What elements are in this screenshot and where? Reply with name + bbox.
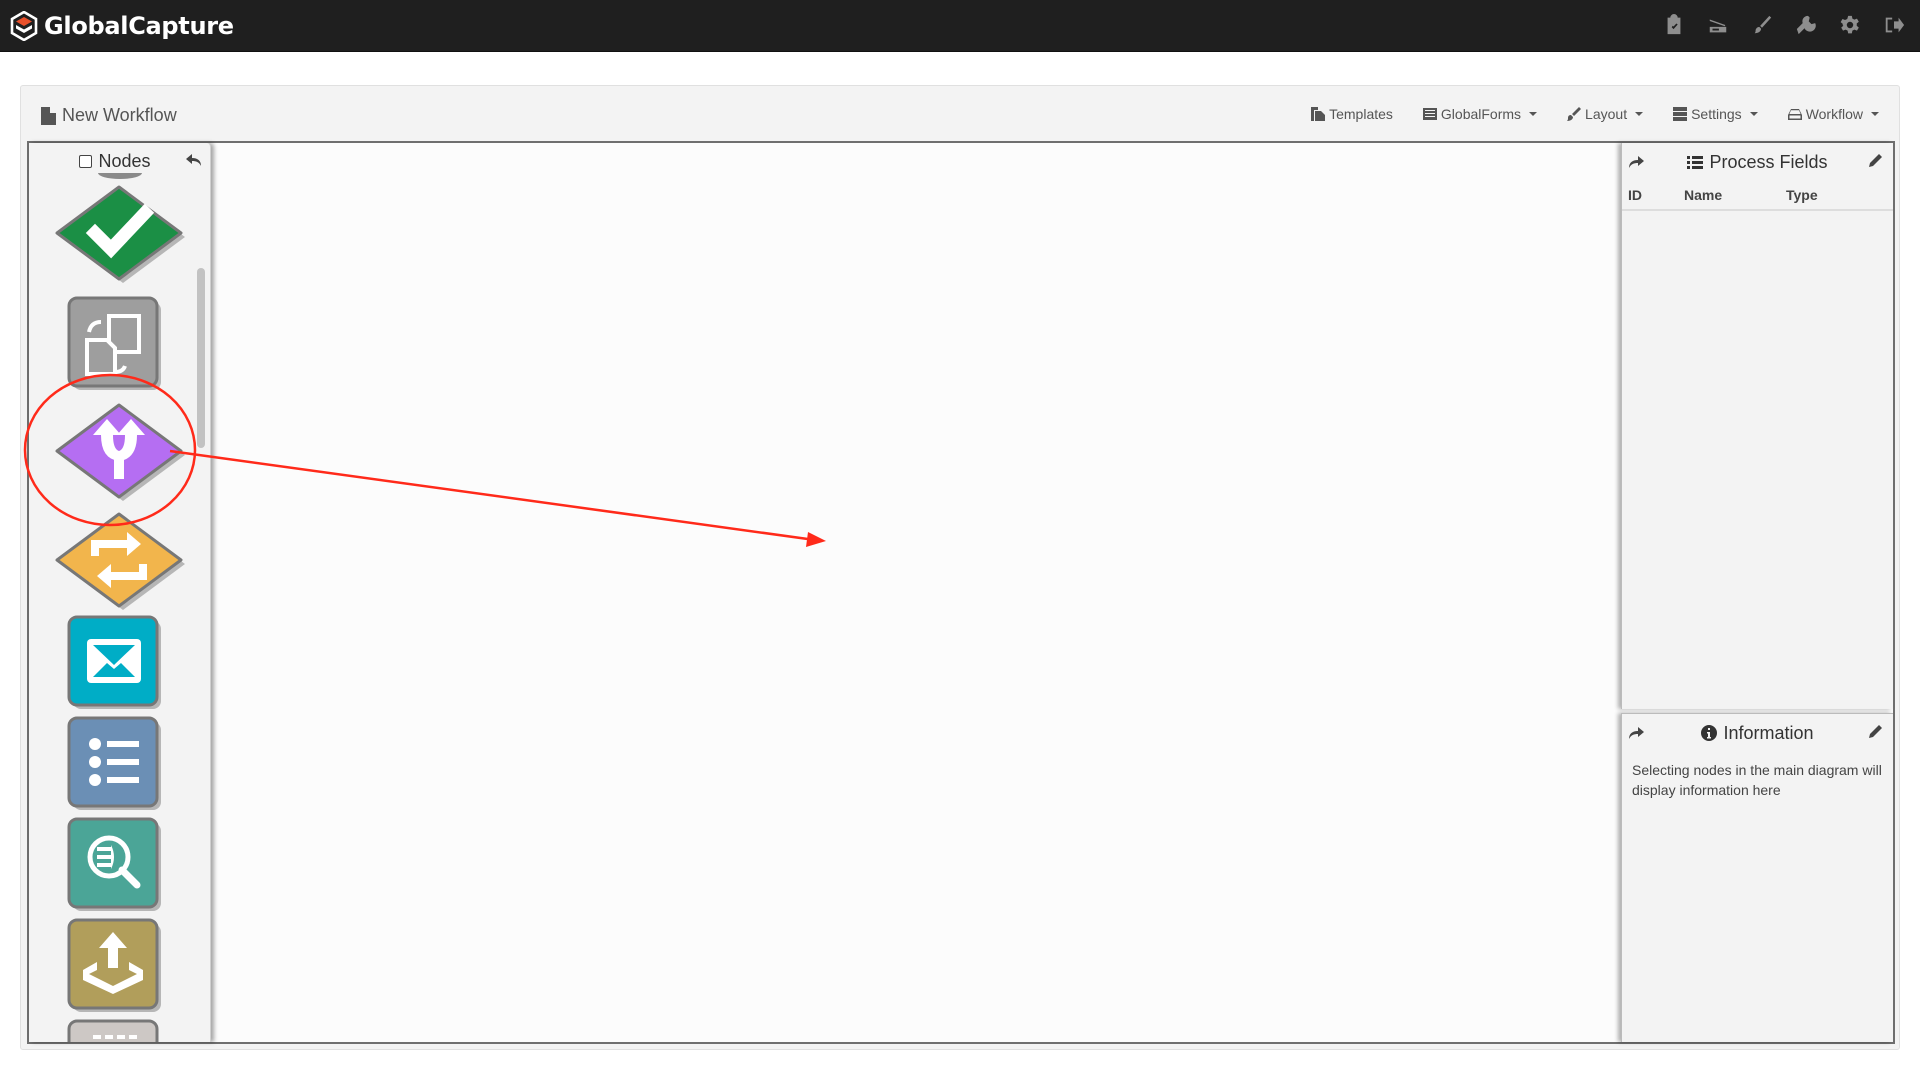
information-panel: Information Selecting nodes in the main … — [1621, 713, 1893, 1042]
layout-dropdown[interactable]: Layout — [1567, 106, 1644, 122]
workflow-editor-panel: New Workflow Templates GlobalForms Layou… — [20, 85, 1900, 1050]
diagram-workspace[interactable]: Nodes Process Fields ID Name Type Inform… — [27, 141, 1895, 1044]
palette-node-list[interactable] — [67, 716, 167, 816]
clipboard-check-icon[interactable] — [1662, 12, 1686, 38]
caret-down-icon — [1529, 112, 1538, 116]
brand[interactable]: GlobalCapture — [10, 10, 234, 42]
node-partial-top — [95, 173, 145, 181]
settings-dropdown[interactable]: Settings — [1673, 106, 1758, 122]
process-fields-header: Process Fields — [1622, 143, 1893, 181]
palette-node-approve[interactable] — [51, 183, 187, 287]
caret-down-icon — [1635, 112, 1644, 116]
share-icon[interactable] — [1628, 725, 1644, 741]
palette-node-lookup[interactable] — [67, 817, 167, 917]
toolbar: Templates GlobalForms Layout Settings Wo… — [1311, 106, 1879, 122]
undo-icon[interactable] — [186, 152, 202, 168]
palette-title: Nodes — [29, 151, 201, 172]
brand-name: GlobalCapture — [44, 12, 234, 40]
scanner-icon[interactable] — [1706, 12, 1730, 38]
column-id[interactable]: ID — [1622, 187, 1684, 203]
page-title: New Workflow — [41, 105, 177, 126]
palette-node-split[interactable] — [51, 401, 187, 505]
caret-down-icon — [1871, 112, 1879, 116]
hdd-icon — [1787, 109, 1802, 120]
information-text: Selecting nodes in the main diagram will… — [1632, 762, 1882, 798]
brush-icon — [1567, 107, 1582, 121]
wrench-icon[interactable] — [1794, 12, 1818, 38]
workflow-dropdown[interactable]: Workflow — [1787, 106, 1879, 122]
scrollbar-thumb[interactable] — [197, 268, 205, 448]
copy-icon — [1311, 107, 1326, 121]
information-header: Information — [1622, 714, 1893, 752]
form-icon — [1422, 108, 1437, 120]
info-circle-icon — [1701, 725, 1718, 741]
list-icon — [1687, 156, 1704, 169]
share-icon[interactable] — [1628, 154, 1644, 170]
templates-button[interactable]: Templates — [1311, 106, 1393, 122]
nodes-checkbox[interactable] — [79, 155, 93, 168]
panel-header: New Workflow Templates GlobalForms Layou… — [21, 86, 1899, 141]
file-icon — [41, 106, 56, 125]
gear-icon[interactable] — [1838, 12, 1862, 38]
paintbrush-icon[interactable] — [1750, 12, 1774, 38]
pencil-icon[interactable] — [1867, 724, 1883, 740]
nodes-palette: Nodes — [29, 143, 211, 1042]
globalforms-dropdown[interactable]: GlobalForms — [1422, 106, 1538, 122]
palette-node-email[interactable] — [67, 615, 167, 715]
pencil-icon[interactable] — [1867, 153, 1883, 169]
process-fields-table-header: ID Name Type — [1622, 181, 1893, 211]
palette-node-export[interactable] — [67, 918, 167, 1018]
workflow-title: New Workflow — [62, 105, 177, 125]
column-name[interactable]: Name — [1684, 187, 1786, 203]
top-navbar: GlobalCapture — [0, 0, 1920, 52]
list-icon — [89, 738, 139, 786]
palette-node-more[interactable] — [67, 1019, 167, 1042]
sign-out-icon[interactable] — [1882, 12, 1906, 38]
column-type[interactable]: Type — [1786, 187, 1818, 203]
caret-down-icon — [1749, 112, 1758, 116]
brand-logo-icon — [10, 11, 38, 41]
server-icon — [1673, 107, 1688, 121]
process-fields-panel: Process Fields ID Name Type — [1621, 143, 1893, 709]
palette-node-convert[interactable] — [67, 296, 167, 396]
palette-scrollbar[interactable] — [197, 183, 205, 1033]
palette-node-loop[interactable] — [51, 510, 187, 614]
envelope-icon — [87, 639, 141, 683]
